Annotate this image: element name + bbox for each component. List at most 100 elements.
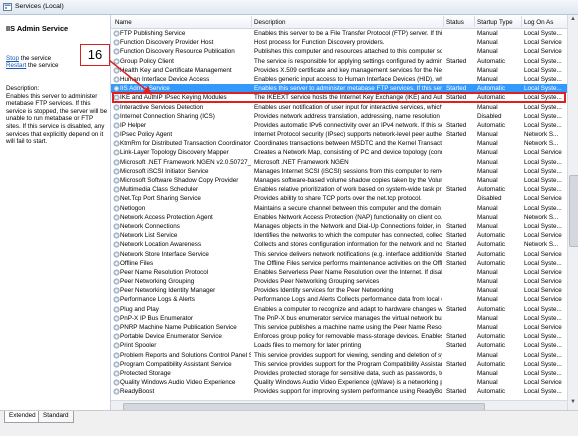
column-name[interactable]: Name (115, 19, 132, 26)
service-status: Started (446, 259, 467, 267)
service-log-on-as: Local Syste... (524, 360, 562, 368)
column-log-on-as[interactable]: Log On As (524, 19, 553, 26)
service-row[interactable]: KtmRm for Distributed Transaction Coordi… (111, 139, 567, 148)
service-row[interactable]: Microsoft .NET Framework NGEN v2.0.50727… (111, 158, 567, 167)
stop-link-suffix: the service (18, 55, 52, 62)
service-name: Protected Storage (120, 369, 171, 377)
service-row[interactable]: Microsoft Software Shadow Copy Provider M… (111, 176, 567, 185)
service-gear-icon (113, 306, 120, 313)
service-startup-type: Manual (477, 140, 498, 148)
service-row[interactable]: Peer Networking Grouping Provides Peer Ne… (111, 277, 567, 286)
service-description-cell: Manages Internet SCSI (iSCSI) sessions f… (254, 167, 442, 175)
service-description-cell: Provides network address translation, ad… (254, 112, 442, 120)
service-row[interactable]: Net.Tcp Port Sharing Service Provides abi… (111, 194, 567, 203)
service-name: Link-Layer Topology Discovery Mapper (120, 149, 229, 157)
service-row[interactable]: Network List Service Identifies the netwo… (111, 231, 567, 240)
service-row[interactable]: Network Location Awareness Collects and s… (111, 240, 567, 249)
service-row[interactable]: Network Access Protection Agent Enables N… (111, 213, 567, 222)
service-name: Microsoft .NET Framework NGEN v2.0.50727… (120, 158, 251, 166)
service-log-on-as: Local Syste... (524, 121, 562, 129)
service-log-on-as: Local Service (524, 287, 562, 295)
service-row[interactable]: Health Key and Certificate Management Pro… (111, 66, 567, 75)
service-startup-type: Manual (477, 351, 498, 359)
column-status[interactable]: Status (446, 19, 464, 26)
scroll-down-icon[interactable]: ▼ (570, 399, 576, 405)
service-row[interactable]: IPsec Policy Agent Internet Protocol secu… (111, 130, 567, 139)
service-log-on-as: Local Syste... (524, 259, 562, 267)
service-row[interactable]: IP Helper Provides automatic IPv6 connect… (111, 121, 567, 130)
service-name: Quality Windows Audio Video Experience (120, 379, 236, 387)
service-startup-type: Manual (477, 75, 498, 83)
service-status: Started (446, 131, 467, 139)
service-startup-type: Manual (477, 158, 498, 166)
service-row[interactable]: Problem Reports and Solutions Control Pa… (111, 351, 567, 360)
service-row[interactable]: Function Discovery Provider Host Host pro… (111, 38, 567, 47)
service-row[interactable]: Link-Layer Topology Discovery Mapper Crea… (111, 148, 567, 157)
services-icon (3, 3, 12, 11)
service-startup-type: Automatic (477, 121, 505, 129)
service-log-on-as: Local Service (524, 278, 562, 286)
column-description[interactable]: Description (254, 19, 286, 26)
service-name: Interactive Services Detection (120, 103, 204, 111)
service-gear-icon (113, 361, 120, 368)
service-startup-type: Manual (477, 149, 498, 157)
service-row[interactable]: Protected Storage Provides protected stor… (111, 369, 567, 378)
service-row[interactable]: Netlogon Maintains a secure channel betwe… (111, 204, 567, 213)
service-name: PNRP Machine Name Publication Service (120, 324, 237, 331)
service-description-cell: Enables Serverless Peer Name Resolution … (254, 268, 442, 276)
service-row[interactable]: Quality Windows Audio Video Experience Qu… (111, 378, 567, 387)
service-row[interactable]: Program Compatibility Assistant Service T… (111, 360, 567, 369)
service-name: Microsoft Software Shadow Copy Provider (120, 177, 239, 184)
service-startup-type: Manual (477, 48, 498, 56)
service-name: Netlogon (120, 204, 146, 212)
service-row[interactable]: Peer Networking Identity Manager Provides… (111, 286, 567, 295)
service-row[interactable]: Human Interface Device Access Enables gen… (111, 75, 567, 84)
service-description-cell: Manages objects in the Network and Dial-… (254, 222, 442, 230)
scroll-thumb[interactable] (569, 175, 578, 247)
service-description-cell: Microsoft .NET Framework NGEN (254, 158, 349, 166)
services-list[interactable]: Name Description Status Startup Type Log… (111, 15, 567, 409)
tab-standard[interactable]: Standard (38, 411, 74, 423)
service-description-cell: This service provides support for viewin… (254, 351, 442, 359)
service-log-on-as: Local Syste... (524, 222, 562, 230)
service-row[interactable]: PnP-X IP Bus Enumerator The PnP-X bus enu… (111, 314, 567, 323)
service-name: Internet Connection Sharing (ICS) (120, 112, 215, 120)
service-row[interactable]: FTP Publishing Service Enables this serve… (111, 29, 567, 38)
stop-service-link[interactable]: Stop (6, 55, 19, 62)
restart-service-link[interactable]: Restart (6, 62, 26, 69)
service-name: IPsec Policy Agent (120, 131, 173, 139)
service-row[interactable]: ReadyBoost Provides support for improving… (111, 387, 567, 396)
column-startup-type[interactable]: Startup Type (477, 19, 513, 26)
service-description-cell: Provides X.509 certificate and key manag… (254, 66, 442, 74)
service-row[interactable]: Network Connections Manages objects in th… (111, 222, 567, 231)
service-row[interactable]: Offline Files The Offline Files service p… (111, 259, 567, 268)
service-row[interactable]: Multimedia Class Scheduler Enables relati… (111, 185, 567, 194)
service-row[interactable]: Network Store Interface Service This serv… (111, 250, 567, 259)
service-row[interactable]: Internet Connection Sharing (ICS) Provide… (111, 112, 567, 121)
service-gear-icon (113, 140, 120, 147)
service-row[interactable]: Peer Name Resolution Protocol Enables Ser… (111, 268, 567, 277)
service-row[interactable]: Interactive Services Detection Enables us… (111, 103, 567, 112)
service-name: Network Connections (120, 222, 180, 230)
service-startup-type: Manual (477, 314, 498, 322)
service-row[interactable]: PNRP Machine Name Publication Service Thi… (111, 323, 567, 332)
service-description-cell: This service delivers network notificati… (254, 250, 442, 258)
service-gear-icon (113, 296, 120, 303)
service-status: Started (446, 388, 467, 396)
service-name: Portable Device Enumerator Service (120, 333, 222, 341)
service-gear-icon (113, 39, 120, 46)
service-row[interactable]: Microsoft iSCSI Initiator Service Manages… (111, 167, 567, 176)
scroll-up-icon[interactable]: ▲ (570, 16, 576, 22)
service-row[interactable]: Group Policy Client The service is respon… (111, 57, 567, 66)
service-row[interactable]: Plug and Play Enables a computer to recog… (111, 305, 567, 314)
service-description-cell: Creates a Network Map, consisting of PC … (254, 149, 442, 157)
service-row[interactable]: Function Discovery Resource Publication P… (111, 47, 567, 56)
service-gear-icon (113, 241, 120, 248)
vertical-scrollbar[interactable]: ▲ ▼ (567, 15, 578, 410)
service-row[interactable]: Portable Device Enumerator Service Enforc… (111, 332, 567, 341)
service-name: Plug and Play (120, 305, 159, 313)
description-pane: IIS Admin Service Stop the service Resta… (0, 15, 110, 409)
service-row[interactable]: Print Spooler Loads files to memory for l… (111, 341, 567, 350)
service-row[interactable]: Performance Logs & Alerts Performance Log… (111, 295, 567, 304)
tab-extended[interactable]: Extended (4, 411, 41, 423)
